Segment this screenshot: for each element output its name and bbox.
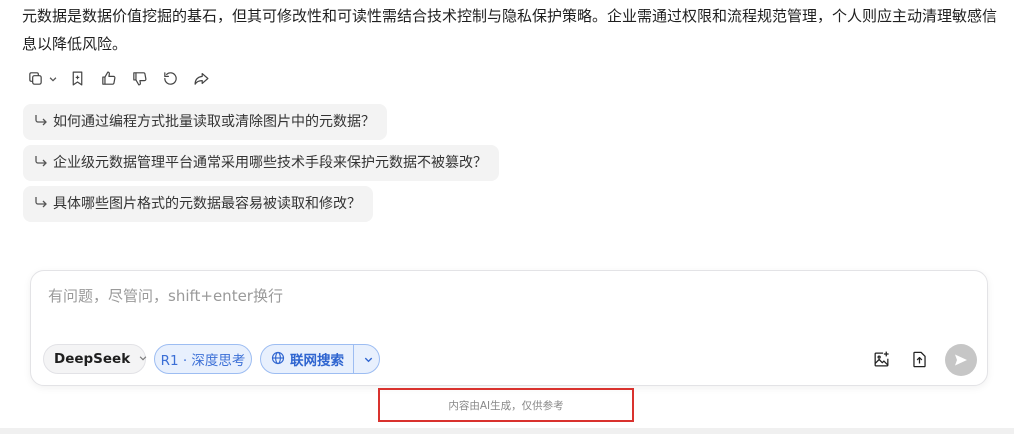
suggestion-item[interactable]: 企业级元数据管理平台通常采用哪些技术手段来保护元数据不被篡改？: [23, 145, 499, 181]
suggestion-item[interactable]: 如何通过编程方式批量读取或清除图片中的元数据？: [23, 104, 387, 140]
chevron-down-icon: [364, 357, 372, 362]
share-button[interactable]: [190, 67, 212, 89]
bookmark-icon: [72, 71, 82, 85]
share-icon: [194, 72, 208, 85]
deep-think-label: R1 · 深度思考: [160, 353, 246, 369]
copy-button[interactable]: [24, 67, 58, 89]
send-icon: [955, 354, 967, 366]
upload-icon: [912, 351, 926, 367]
upload-image-button[interactable]: [870, 348, 892, 370]
dislike-button[interactable]: [128, 67, 150, 89]
suggested-questions: 如何通过编程方式批量读取或清除图片中的元数据？ 企业级元数据管理平台通常采用哪些…: [23, 104, 499, 227]
web-search-options-button[interactable]: [356, 345, 380, 373]
suggestion-text: 具体哪些图片格式的元数据最容易被读取和修改？: [53, 196, 361, 212]
reply-arrow-icon: [35, 115, 47, 126]
bottom-scroll-edge: [0, 428, 1014, 434]
ai-disclaimer: 内容由AI生成，仅供参考: [448, 399, 564, 412]
chat-page: 元数据是数据价值挖掘的基石，但其可修改性和可读性需结合技术控制与隐私保护策略。企…: [0, 0, 1014, 434]
message-actions: [24, 66, 221, 90]
image-add-icon: [874, 351, 889, 366]
chevron-down-icon: [48, 69, 58, 88]
suggestion-text: 企业级元数据管理平台通常采用哪些技术手段来保护元数据不被篡改？: [53, 155, 487, 171]
upload-file-button[interactable]: [908, 348, 930, 370]
send-button[interactable]: [945, 344, 977, 376]
suggestion-text: 如何通过编程方式批量读取或清除图片中的元数据？: [53, 114, 375, 130]
answer-text: 元数据是数据价值挖掘的基石，但其可修改性和可读性需结合技术控制与隐私保护策略。企…: [22, 7, 998, 53]
chat-input[interactable]: [46, 283, 950, 309]
chat-composer: DeepSeek R1 · 深度思考 联网搜索: [30, 270, 988, 386]
globe-icon: [271, 351, 290, 367]
chip-divider: [353, 345, 354, 373]
web-search-label: 联网搜索: [290, 353, 344, 369]
deep-think-toggle[interactable]: R1 · 深度思考: [154, 344, 252, 374]
refresh-icon: [163, 71, 177, 85]
web-search-toggle[interactable]: 联网搜索: [260, 344, 380, 374]
reply-arrow-icon: [35, 197, 47, 208]
chevron-down-icon: [138, 351, 148, 367]
like-button[interactable]: [97, 67, 119, 89]
copy-icon: [24, 67, 46, 89]
bookmark-button[interactable]: [66, 67, 88, 89]
thumbs-up-icon: [101, 71, 115, 85]
thumbs-down-icon: [132, 71, 146, 85]
suggestion-item[interactable]: 具体哪些图片格式的元数据最容易被读取和修改？: [23, 186, 373, 222]
reply-arrow-icon: [35, 156, 47, 167]
disclaimer-highlight: 内容由AI生成，仅供参考: [378, 388, 634, 422]
model-label: DeepSeek: [54, 351, 131, 367]
regenerate-button[interactable]: [159, 67, 181, 89]
model-selector[interactable]: DeepSeek: [43, 344, 148, 374]
